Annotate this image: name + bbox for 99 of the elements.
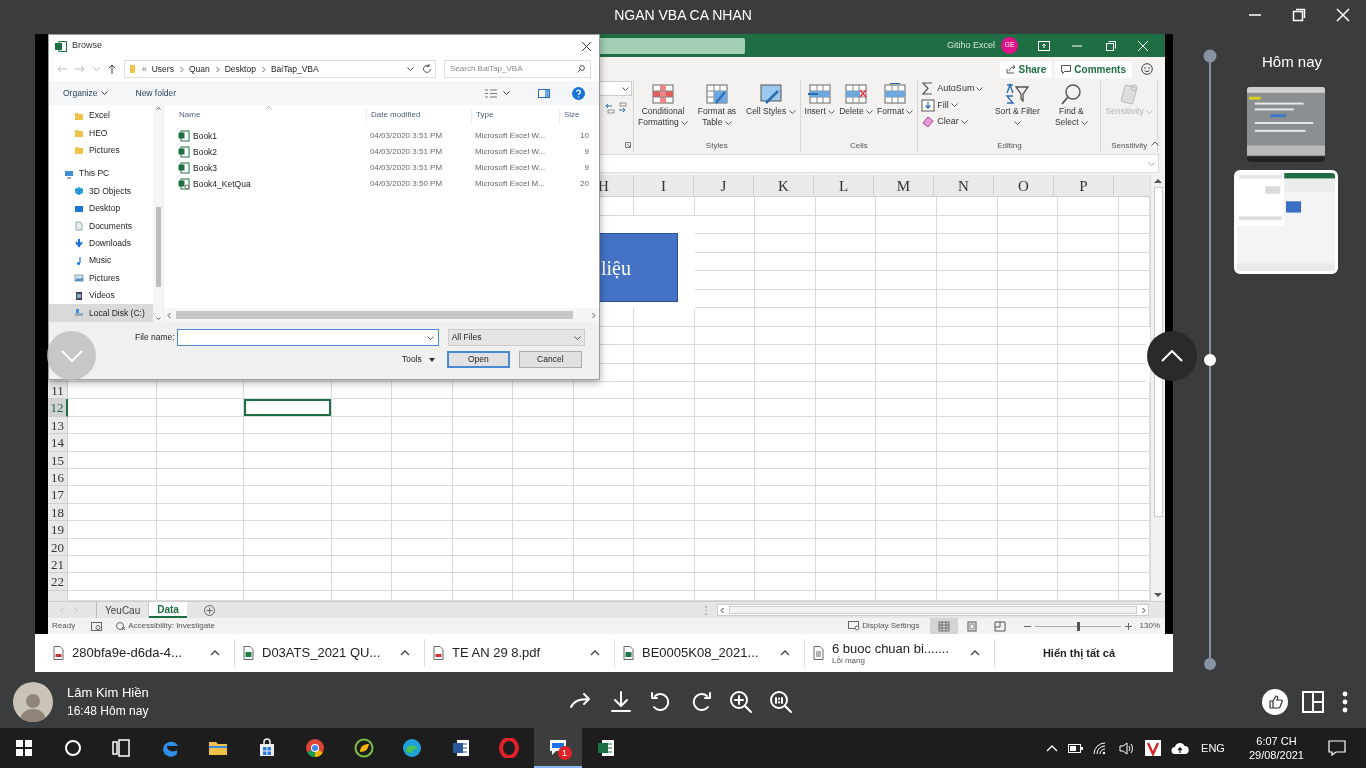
file-date: 04/03/2020 3:51 PM — [369, 130, 444, 142]
display-settings-link[interactable]: Display Settings — [862, 620, 920, 632]
file-name[interactable]: Book3 — [193, 161, 218, 175]
column-header[interactable]: N — [934, 175, 994, 196]
window-title: NGAN VBA CA NHAN — [614, 5, 752, 25]
nav-item[interactable]: Local Disk (C:) — [49, 304, 153, 322]
file-size: 9 — [583, 146, 590, 158]
nav-item[interactable]: Excel — [49, 107, 153, 125]
column-header[interactable]: L — [814, 175, 874, 196]
ribbon-button[interactable]: Cell Styles — [745, 81, 797, 117]
ribbon-button[interactable]: Fill — [921, 98, 984, 112]
input-language[interactable]: ENG — [1201, 739, 1225, 757]
ribbon-button[interactable]: Clear — [921, 115, 984, 129]
organize-menu[interactable]: Organize — [63, 86, 108, 100]
file-name[interactable]: Book4_KetQua — [193, 177, 251, 191]
row-header[interactable]: 14 — [48, 434, 68, 452]
row-header[interactable]: 11 — [48, 382, 68, 400]
tools-menu[interactable]: Tools — [402, 351, 435, 368]
group-label: Sensitivity — [1110, 140, 1149, 152]
row-header[interactable]: 17 — [48, 486, 68, 504]
row-header[interactable]: 12 — [48, 399, 68, 417]
status-text: Ready — [52, 620, 76, 632]
row-header[interactable]: 22 — [48, 573, 68, 591]
download-item[interactable]: BE0005K08_2021... — [615, 639, 805, 667]
file-date: 04/03/2020 3:51 PM — [369, 162, 444, 174]
file-name[interactable]: Book2 — [193, 145, 218, 159]
breadcrumb[interactable]: Quan — [188, 62, 210, 76]
field-label: File name: — [135, 331, 175, 344]
comments-button[interactable]: Comments — [1055, 60, 1132, 78]
nav-item[interactable]: Pictures — [49, 141, 153, 160]
nav-item[interactable]: HEO — [49, 124, 153, 142]
download-status: Lỗi mạng — [832, 655, 866, 665]
taskbar-button[interactable]: 1 — [533, 728, 582, 768]
ribbon-button[interactable]: AutoSum — [921, 82, 984, 96]
column-header[interactable]: Name — [178, 109, 366, 125]
column-header[interactable]: I — [634, 175, 694, 196]
group-label: Styles — [704, 140, 729, 152]
cancel-button[interactable]: Cancel — [518, 351, 582, 368]
date-heading: Hôm nay — [1262, 52, 1322, 72]
download-item[interactable]: 280bfa9e-d6da-4... — [45, 639, 235, 667]
column-header[interactable]: Type — [471, 109, 559, 125]
group-label: Cells — [849, 140, 869, 152]
accessibility-status[interactable]: Accessibility: Investigate — [128, 620, 215, 632]
column-header[interactable]: O — [994, 175, 1054, 196]
ribbon-button[interactable]: Delete — [838, 81, 875, 117]
sender-name: Lâm Kim Hiền — [67, 685, 149, 700]
search-field[interactable]: Search BaiTap_VBA — [444, 60, 591, 78]
file-type-dropdown[interactable]: All Files — [447, 329, 585, 346]
path-overflow[interactable]: « — [142, 62, 147, 76]
clock[interactable]: 6:07 CH 29/08/2021 — [1248, 734, 1304, 762]
file-type: Microsoft Excel M... — [474, 178, 546, 190]
column-header[interactable]: Date modified — [366, 109, 471, 125]
row-header[interactable]: 19 — [48, 521, 68, 539]
group-label: Editing — [996, 140, 1023, 152]
column-header[interactable]: Size — [559, 109, 599, 125]
new-folder-button[interactable]: New folder — [135, 86, 177, 100]
show-all-link[interactable]: Hiển thị tất cả — [1042, 644, 1115, 662]
file-size: 10 — [579, 130, 590, 142]
file-name[interactable]: Book1 — [193, 129, 218, 143]
nav-item[interactable]: Downloads — [49, 234, 153, 253]
download-item[interactable]: 6 buoc chuan bi....... Lỗi mạng — [805, 639, 995, 667]
zoom-level[interactable]: 130% — [1139, 620, 1160, 632]
dialog-title: Browse — [72, 39, 102, 53]
file-date: 04/03/2020 3:50 PM — [369, 178, 444, 190]
ribbon-button[interactable]: Insert — [803, 81, 837, 117]
nav-item[interactable]: Pictures — [49, 269, 153, 287]
file-type: Microsoft Excel W... — [474, 146, 547, 158]
breadcrumb[interactable]: Desktop — [224, 62, 256, 76]
file-size: 9 — [583, 162, 590, 174]
nav-item[interactable]: This PC — [49, 165, 153, 183]
column-header[interactable]: J — [694, 175, 754, 196]
breadcrumb[interactable]: Users — [151, 62, 174, 76]
breadcrumb[interactable]: BaiTap_VBA — [270, 62, 319, 76]
share-button[interactable]: Share — [999, 60, 1053, 78]
nav-item[interactable]: 3D Objects — [49, 182, 153, 200]
ribbon-button[interactable]: Find & Select — [1045, 81, 1098, 128]
ribbon-button[interactable]: Sort & Filter — [991, 81, 1044, 128]
sent-time: 16:48 Hôm nay — [67, 704, 149, 718]
notification-badge: 1 — [557, 746, 572, 760]
sheet-tab[interactable]: Data — [149, 602, 187, 618]
file-date: 04/03/2020 3:51 PM — [369, 146, 444, 158]
nav-item[interactable]: Desktop — [49, 199, 153, 218]
nav-item[interactable]: Videos — [49, 286, 153, 305]
ribbon-button[interactable]: Format as Table — [691, 81, 743, 128]
ribbon-button[interactable]: Conditional Formatting — [637, 81, 689, 128]
file-type: Microsoft Excel W... — [474, 130, 547, 142]
nav-item[interactable]: Documents — [49, 217, 153, 235]
column-header[interactable]: M — [874, 175, 934, 196]
address-bar[interactable]: « Users Quan Desktop BaiTap_VBA — [124, 60, 436, 78]
download-item[interactable]: D03ATS_2021 QU... — [235, 639, 425, 667]
ribbon-button[interactable]: Format — [876, 81, 915, 117]
download-item[interactable]: TE AN 29 8.pdf — [425, 639, 615, 667]
open-button[interactable]: Open — [446, 351, 510, 368]
file-size: 20 — [579, 178, 590, 190]
column-header[interactable]: P — [1054, 175, 1114, 196]
account-name: Gitiho Excel — [946, 38, 995, 52]
file-type: Microsoft Excel W... — [474, 162, 547, 174]
column-header[interactable]: K — [754, 175, 814, 196]
nav-item[interactable]: Music — [49, 252, 153, 270]
